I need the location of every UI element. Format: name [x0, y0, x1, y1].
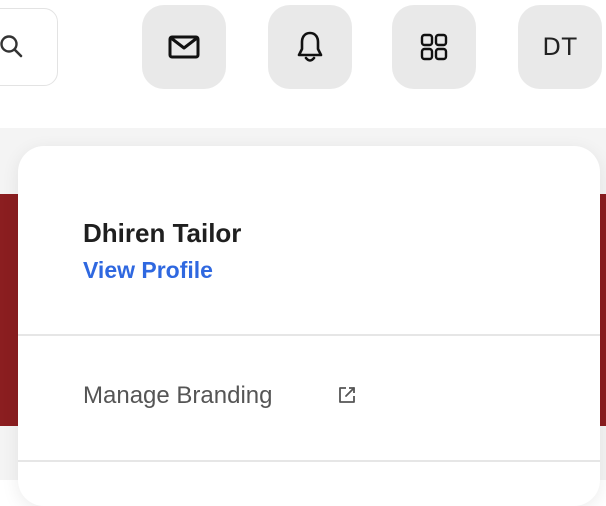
user-name: Dhiren Tailor: [83, 218, 242, 248]
search-icon: [0, 35, 23, 58]
mail-icon: [168, 35, 200, 59]
avatar-button[interactable]: DT: [518, 5, 602, 89]
divider: [18, 460, 600, 462]
mail-button[interactable]: [142, 5, 226, 89]
notifications-button[interactable]: [268, 5, 352, 89]
apps-button[interactable]: [392, 5, 476, 89]
external-link-icon: [339, 387, 355, 403]
menu-item-label: Manage Branding: [83, 382, 273, 409]
grid-icon: [420, 33, 448, 61]
search-box[interactable]: [0, 8, 58, 86]
profile-section: Dhiren Tailor View Profile: [18, 146, 600, 334]
bell-icon: [297, 31, 323, 62]
profile-dropdown: Dhiren Tailor View Profile Manage Brandi…: [18, 146, 600, 506]
top-bar: DT: [0, 0, 606, 128]
manage-branding-item[interactable]: Manage Branding: [18, 336, 600, 458]
view-profile-link[interactable]: View Profile: [83, 257, 213, 284]
